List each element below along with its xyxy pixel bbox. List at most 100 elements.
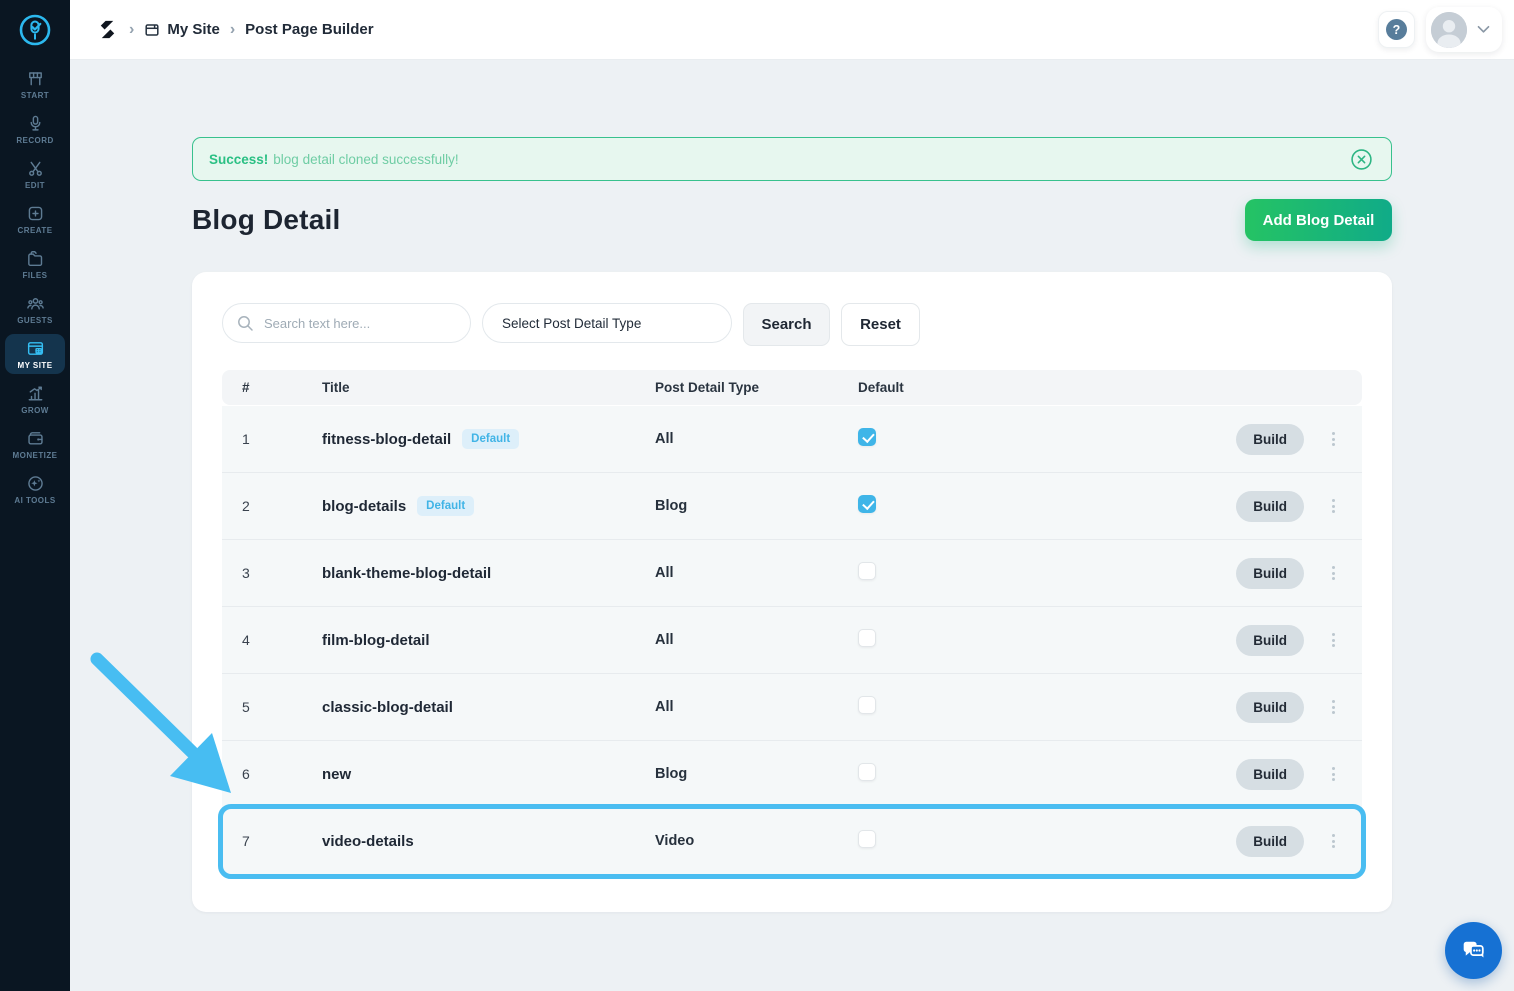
sidebar-item-ai-tools[interactable]: AI TOOLS	[5, 469, 65, 509]
sidebar-item-label: RECORD	[16, 136, 53, 145]
sidebar-item-label: MONETIZE	[13, 451, 58, 460]
default-checkbox[interactable]	[858, 696, 876, 714]
table-row[interactable]: 5 classic-blog-detail All Build	[222, 674, 1362, 741]
row-post-detail-type: Blog	[655, 498, 858, 514]
table-row[interactable]: 6 new Blog Build	[222, 741, 1362, 808]
chevron-right-icon: ›	[230, 21, 235, 39]
sidebar-item-start[interactable]: START	[5, 64, 65, 104]
reset-button[interactable]: Reset	[841, 303, 920, 346]
row-title-text: new	[322, 766, 351, 783]
chat-fab-button[interactable]	[1445, 922, 1502, 979]
kebab-menu-icon[interactable]	[1329, 697, 1338, 717]
search-button[interactable]: Search	[743, 303, 830, 346]
default-checkbox[interactable]	[858, 428, 876, 446]
blog-detail-table: # Title Post Detail Type Default 1 fitne…	[222, 370, 1362, 875]
kebab-menu-icon[interactable]	[1329, 630, 1338, 650]
default-checkbox[interactable]	[858, 562, 876, 580]
build-button[interactable]: Build	[1236, 826, 1304, 857]
alert-close-button[interactable]	[1348, 146, 1375, 173]
row-title-text: blank-theme-blog-detail	[322, 565, 491, 582]
brand-logo-icon[interactable]	[96, 18, 119, 41]
sidebar: START RECORD EDIT CREATE FILES GUESTS MY SITE G…	[0, 0, 70, 991]
help-button[interactable]: ?	[1378, 11, 1415, 48]
sidebar-item-label: AI TOOLS	[14, 496, 55, 505]
row-title-text: blog-details	[322, 498, 406, 515]
sidebar-item-record[interactable]: RECORD	[5, 109, 65, 149]
row-post-detail-type: All	[655, 699, 858, 715]
kebab-menu-icon[interactable]	[1329, 764, 1338, 784]
topbar: › My Site › Post Page Builder ?	[70, 0, 1514, 60]
chevron-down-icon	[1477, 25, 1490, 34]
alert-title: Success!	[209, 152, 268, 167]
build-button[interactable]: Build	[1236, 692, 1304, 723]
ai-sparkle-icon	[26, 474, 45, 493]
growth-chart-icon	[26, 384, 45, 403]
post-detail-type-select[interactable]: Select Post Detail Type	[482, 303, 732, 343]
sidebar-item-label: EDIT	[25, 181, 45, 190]
topbar-actions: ?	[1378, 7, 1502, 52]
wallet-icon	[26, 429, 45, 448]
sidebar-item-monetize[interactable]: MONETIZE	[5, 424, 65, 464]
add-blog-detail-button[interactable]: Add Blog Detail	[1245, 199, 1392, 241]
sidebar-item-create[interactable]: CREATE	[5, 199, 65, 239]
filters-bar: Select Post Detail Type Search Reset	[222, 303, 1362, 346]
default-checkbox[interactable]	[858, 763, 876, 781]
main-content: Success! blog detail cloned successfully…	[70, 60, 1514, 991]
help-question-icon: ?	[1386, 19, 1407, 40]
circle-x-icon	[1350, 148, 1373, 171]
guests-people-icon	[26, 294, 45, 313]
build-button[interactable]: Build	[1236, 491, 1304, 522]
header-default: Default	[858, 380, 1338, 395]
sidebar-item-label: GROW	[21, 406, 49, 415]
row-post-detail-type: All	[655, 431, 858, 447]
user-menu[interactable]	[1426, 7, 1502, 52]
row-number: 1	[242, 431, 322, 447]
alert-message: blog detail cloned successfully!	[273, 152, 458, 167]
folder-files-icon	[26, 249, 45, 268]
app-mic-logo-icon[interactable]	[13, 9, 57, 53]
row-number: 3	[242, 565, 322, 581]
row-post-detail-type: Video	[655, 833, 858, 849]
header-title: Title	[322, 380, 655, 395]
breadcrumb-my-site[interactable]: My Site	[167, 21, 220, 38]
sidebar-item-label: GUESTS	[17, 316, 53, 325]
table-header: # Title Post Detail Type Default	[222, 370, 1362, 405]
success-alert: Success! blog detail cloned successfully…	[192, 137, 1392, 181]
table-row[interactable]: 2 blog-details Default Blog Build	[222, 473, 1362, 540]
sidebar-nav: START RECORD EDIT CREATE FILES GUESTS MY SITE G…	[5, 64, 65, 509]
row-number: 4	[242, 632, 322, 648]
row-number: 2	[242, 498, 322, 514]
kebab-menu-icon[interactable]	[1329, 496, 1338, 516]
sidebar-item-grow[interactable]: GROW	[5, 379, 65, 419]
build-button[interactable]: Build	[1236, 625, 1304, 656]
sidebar-item-label: START	[21, 91, 49, 100]
sidebar-item-my-site[interactable]: MY SITE	[5, 334, 65, 374]
build-button[interactable]: Build	[1236, 759, 1304, 790]
sidebar-item-guests[interactable]: GUESTS	[5, 289, 65, 329]
table-row[interactable]: 4 film-blog-detail All Build	[222, 607, 1362, 674]
row-post-detail-type: Blog	[655, 766, 858, 782]
breadcrumb-page: Post Page Builder	[245, 21, 373, 38]
row-title-text: film-blog-detail	[322, 632, 430, 649]
default-checkbox[interactable]	[858, 495, 876, 513]
build-button[interactable]: Build	[1236, 558, 1304, 589]
row-post-detail-type: All	[655, 565, 858, 581]
chat-bubbles-icon	[1458, 935, 1489, 966]
magnifier-icon	[236, 314, 254, 332]
build-button[interactable]: Build	[1236, 424, 1304, 455]
table-row[interactable]: 3 blank-theme-blog-detail All Build	[222, 540, 1362, 607]
kebab-menu-icon[interactable]	[1329, 831, 1338, 851]
default-checkbox[interactable]	[858, 830, 876, 848]
default-checkbox[interactable]	[858, 629, 876, 647]
row-number: 6	[242, 766, 322, 782]
kebab-menu-icon[interactable]	[1329, 429, 1338, 449]
table-row[interactable]: 7 video-details Video Build	[222, 808, 1362, 875]
row-title-text: classic-blog-detail	[322, 699, 453, 716]
sidebar-item-files[interactable]: FILES	[5, 244, 65, 284]
search-input[interactable]	[262, 315, 457, 332]
kebab-menu-icon[interactable]	[1329, 563, 1338, 583]
table-row[interactable]: 1 fitness-blog-detail Default All Build	[222, 406, 1362, 473]
sidebar-item-edit[interactable]: EDIT	[5, 154, 65, 194]
create-plus-icon	[26, 204, 45, 223]
table-body: 1 fitness-blog-detail Default All Build …	[222, 406, 1362, 875]
